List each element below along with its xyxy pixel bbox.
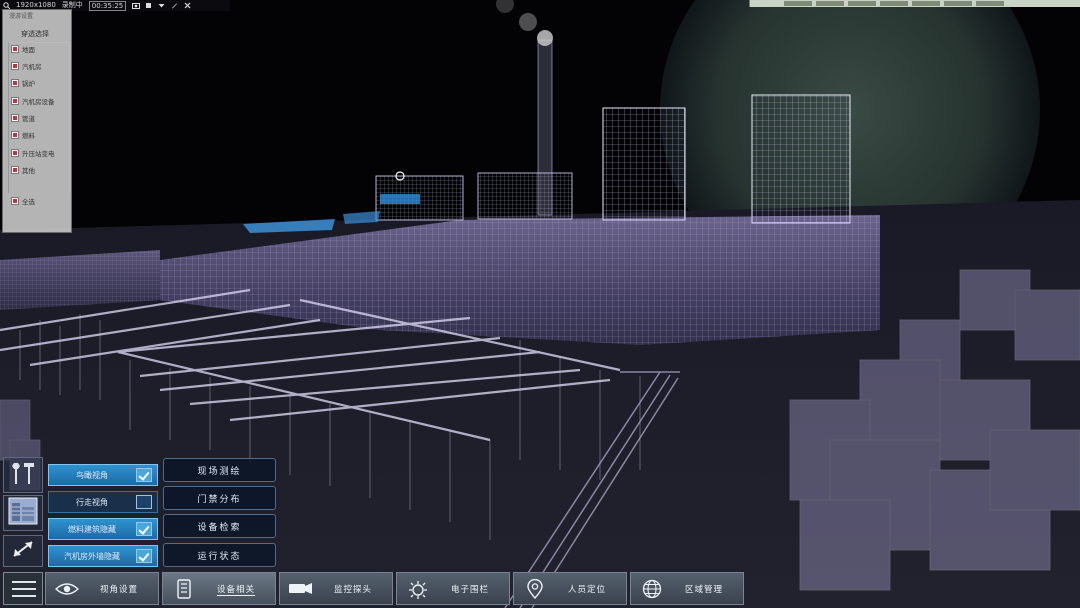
layer-item-boiler[interactable]: 锅炉 [11, 78, 35, 88]
close-icon[interactable] [184, 2, 191, 9]
stop-icon[interactable] [145, 2, 152, 9]
option-walk-view[interactable]: 行走视角 [48, 491, 158, 513]
pen-icon[interactable] [171, 2, 178, 9]
nav-equipment[interactable]: 设备相关 [162, 572, 276, 605]
device-icon [171, 578, 197, 599]
panel-title: 漫游设置 [9, 13, 34, 20]
layer-item-ground[interactable]: 地面 [11, 44, 35, 54]
layer-checkbox[interactable] [11, 97, 19, 105]
select-all-checkbox[interactable] [11, 197, 19, 205]
wrench-hammer-icon [8, 460, 38, 490]
eye-icon [54, 579, 80, 599]
main-menu-button[interactable] [3, 572, 43, 605]
search-icon[interactable] [3, 2, 11, 10]
timer: 00:35:25 [88, 0, 127, 11]
nav-electronic-fence[interactable]: 电子围栏 [396, 572, 510, 605]
tool-column [3, 457, 43, 575]
building-thumbnail-icon [8, 497, 38, 529]
panel-subtitle: 穿透选择 [21, 30, 49, 38]
option-hide-turbine-walls[interactable]: 汽机房外墙隐藏 [48, 545, 158, 567]
fence-icon [405, 579, 431, 599]
option-checkbox[interactable] [136, 468, 152, 482]
submenu-equipment-search[interactable]: 设备检索 [163, 514, 276, 538]
camera-icon[interactable] [132, 2, 141, 9]
layer-checkbox[interactable] [11, 131, 19, 139]
nav-view-settings[interactable]: 视角设置 [45, 572, 159, 605]
layer-item-substation[interactable]: 升压站变电 [11, 148, 55, 158]
option-checkbox[interactable] [136, 549, 152, 563]
option-hide-fuel-buildings[interactable]: 燃料建筑隐藏 [48, 518, 158, 540]
dropdown-icon[interactable] [158, 2, 165, 9]
top-right-toolbar [749, 0, 1080, 7]
submenu-running-status[interactable]: 运行状态 [163, 543, 276, 567]
layer-item-other[interactable]: 其他 [11, 165, 35, 175]
camera-icon [288, 579, 314, 599]
layer-checkbox[interactable] [11, 166, 19, 174]
layer-item-fuel[interactable]: 燃料 [11, 130, 35, 140]
layer-panel: 漫游设置 穿透选择 地面 汽机房 锅炉 汽机房设备 管道 燃料 升压站变电 其他… [2, 9, 72, 233]
layer-item-turbine-equipment[interactable]: 汽机房设备 [11, 96, 55, 106]
boiler-building-left [602, 107, 686, 221]
layer-checkbox[interactable] [11, 79, 19, 87]
layer-item-pipes[interactable]: 管道 [11, 113, 35, 123]
option-checkbox[interactable] [136, 522, 152, 536]
resize-button[interactable] [3, 535, 43, 567]
layer-checkbox[interactable] [11, 149, 19, 157]
submenu-access-control[interactable]: 门禁分布 [163, 486, 276, 510]
building-b [477, 172, 573, 220]
location-pin-icon [522, 578, 548, 599]
layer-select-all[interactable]: 全选 [11, 196, 35, 206]
nav-personnel-location[interactable]: 人员定位 [513, 572, 627, 605]
globe-icon [639, 579, 665, 599]
nav-cameras[interactable]: 监控探头 [279, 572, 393, 605]
option-checkbox[interactable] [136, 495, 152, 509]
submenu-site-survey[interactable]: 现场测绘 [163, 458, 276, 482]
scene-viewport[interactable] [0, 0, 1080, 608]
option-birdseye-view[interactable]: 鸟瞰视角 [48, 464, 158, 486]
layer-checkbox[interactable] [11, 114, 19, 122]
boiler-building-right [751, 94, 851, 224]
layer-checkbox[interactable] [11, 45, 19, 53]
layer-item-turbine-hall[interactable]: 汽机房 [11, 61, 42, 71]
resize-arrows-icon [10, 538, 36, 564]
layer-checkbox[interactable] [11, 62, 19, 70]
tools-button[interactable] [3, 457, 43, 493]
nav-area-management[interactable]: 区域管理 [630, 572, 744, 605]
building-view-button[interactable] [3, 495, 43, 531]
